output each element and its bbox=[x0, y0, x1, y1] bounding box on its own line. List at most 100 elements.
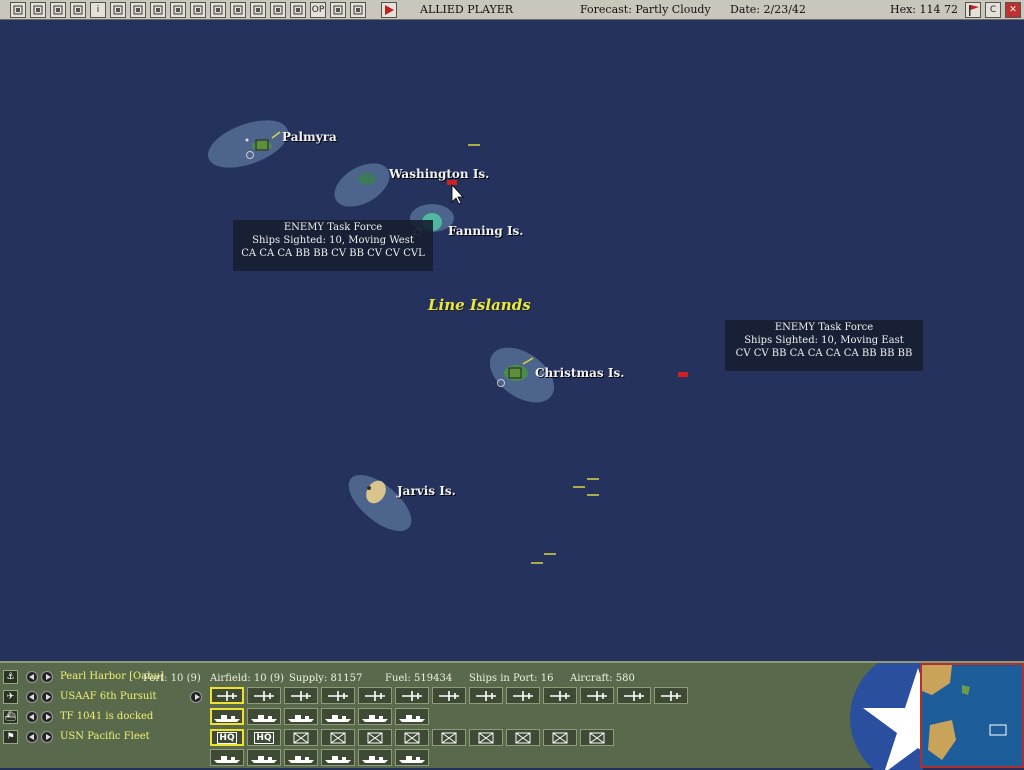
options-flag-button[interactable] bbox=[965, 2, 981, 18]
air-mission-button[interactable] bbox=[469, 687, 503, 704]
ground-unit-button[interactable] bbox=[358, 749, 392, 766]
report-button[interactable] bbox=[30, 2, 46, 18]
tf-status[interactable]: TF 1041 is docked bbox=[60, 711, 153, 722]
info-icon: i bbox=[96, 5, 100, 15]
air-unit-detail-button[interactable] bbox=[190, 691, 202, 703]
routes-toggle-icon bbox=[213, 5, 223, 15]
island-label-christmas[interactable]: Christmas Is. bbox=[535, 366, 624, 380]
region-label: Line Islands bbox=[428, 296, 531, 314]
unit-type-button[interactable] bbox=[395, 729, 429, 746]
air-units-icon bbox=[153, 5, 163, 15]
ship-class-button[interactable] bbox=[358, 708, 392, 725]
globe-button[interactable] bbox=[270, 2, 286, 18]
flag-icon: ⚑ bbox=[3, 730, 18, 744]
next-command-button[interactable] bbox=[41, 731, 53, 743]
ground-unit-button[interactable] bbox=[210, 749, 244, 766]
air-ops-button[interactable] bbox=[130, 2, 146, 18]
air-mission-button[interactable] bbox=[395, 687, 429, 704]
island-label-washington[interactable]: Washington Is. bbox=[389, 167, 489, 181]
unit-type-button[interactable] bbox=[580, 729, 614, 746]
strategic-minimap[interactable] bbox=[920, 663, 1024, 768]
ground-unit-button[interactable] bbox=[247, 749, 281, 766]
prev-air-unit-button[interactable] bbox=[26, 691, 38, 703]
routes-toggle-button[interactable] bbox=[210, 2, 226, 18]
end-turn-button[interactable] bbox=[381, 2, 397, 18]
map-view-icon bbox=[13, 5, 23, 15]
air-unit-name[interactable]: USAAF 6th Pursuit bbox=[60, 691, 157, 702]
fleet-button[interactable] bbox=[250, 2, 266, 18]
air-mission-button[interactable] bbox=[321, 687, 355, 704]
unit-type-button[interactable] bbox=[358, 729, 392, 746]
bases-star-button[interactable] bbox=[110, 2, 126, 18]
ship-silhouette-icon bbox=[287, 711, 315, 723]
ship-class-button[interactable] bbox=[210, 708, 244, 725]
air-units-button[interactable] bbox=[150, 2, 166, 18]
allied-axis-button[interactable] bbox=[230, 2, 246, 18]
map-view-button[interactable] bbox=[10, 2, 26, 18]
prev-base-button[interactable] bbox=[26, 671, 38, 683]
next-air-unit-button[interactable] bbox=[41, 691, 53, 703]
air-mission-button[interactable] bbox=[654, 687, 688, 704]
air-mission-button[interactable] bbox=[580, 687, 614, 704]
unit-type-button[interactable] bbox=[432, 729, 466, 746]
next-tf-button[interactable] bbox=[41, 711, 53, 723]
ship-silhouette-icon bbox=[324, 711, 352, 723]
info-button[interactable]: i bbox=[90, 2, 106, 18]
unit-type-button[interactable] bbox=[506, 729, 540, 746]
flag-button[interactable] bbox=[170, 2, 186, 18]
air-mission-button[interactable] bbox=[284, 687, 318, 704]
unit-type-button[interactable]: HQ bbox=[247, 729, 281, 746]
flag-icon bbox=[173, 5, 183, 15]
prev-tf-button[interactable] bbox=[26, 711, 38, 723]
tf-title: ENEMY Task Force bbox=[283, 222, 383, 233]
fleet-icon bbox=[253, 5, 263, 15]
air-mission-button[interactable] bbox=[617, 687, 651, 704]
air-mission-button[interactable] bbox=[247, 687, 281, 704]
unit-type-button[interactable]: HQ bbox=[210, 729, 244, 746]
unit-type-button[interactable] bbox=[321, 729, 355, 746]
unit-type-button[interactable] bbox=[469, 729, 503, 746]
plane-icon: ✈ bbox=[3, 690, 18, 704]
unit-type-button[interactable] bbox=[543, 729, 577, 746]
ship-class-button[interactable] bbox=[321, 708, 355, 725]
ship-class-button[interactable] bbox=[395, 708, 429, 725]
prev-command-button[interactable] bbox=[26, 731, 38, 743]
ship-class-button[interactable] bbox=[247, 708, 281, 725]
ground-unit-button[interactable] bbox=[395, 749, 429, 766]
enemy-task-force-popup-east[interactable]: ENEMY Task Force Ships Sighted: 10, Movi… bbox=[725, 320, 923, 371]
command-name[interactable]: USN Pacific Fleet bbox=[60, 731, 150, 742]
air-mission-button[interactable] bbox=[210, 687, 244, 704]
top-toolbar: i OP ALLIED PLAYER Forecast: Partly Cloud… bbox=[0, 0, 1024, 20]
ship-class-button[interactable] bbox=[284, 708, 318, 725]
air-mission-button[interactable] bbox=[506, 687, 540, 704]
air-mission-button[interactable] bbox=[358, 687, 392, 704]
island-label-palmyra[interactable]: Palmyra bbox=[282, 130, 337, 144]
ground-unit-button[interactable] bbox=[284, 749, 318, 766]
island-label-fanning[interactable]: Fanning Is. bbox=[448, 224, 524, 238]
ship-silhouette-icon bbox=[213, 752, 241, 764]
unit-type-button[interactable] bbox=[284, 729, 318, 746]
strategic-map[interactable]: Palmyra Washington Is. Fanning Is. Chris… bbox=[0, 20, 1024, 661]
air-mission-button[interactable] bbox=[543, 687, 577, 704]
enemy-task-force-popup-west[interactable]: ENEMY Task Force Ships Sighted: 10, Movi… bbox=[233, 220, 433, 271]
c-button[interactable]: C bbox=[985, 2, 1001, 18]
routes-button[interactable] bbox=[70, 2, 86, 18]
list-button[interactable] bbox=[330, 2, 346, 18]
next-base-button[interactable] bbox=[41, 671, 53, 683]
date-label: Date: 2/23/42 bbox=[730, 3, 806, 16]
intel-button[interactable] bbox=[50, 2, 66, 18]
supply-stat: Supply: 81157 bbox=[289, 673, 363, 684]
ground-unit-button[interactable] bbox=[321, 749, 355, 766]
exit-button[interactable]: ✕ bbox=[1005, 2, 1021, 18]
unit-symbol-icon bbox=[441, 732, 457, 744]
history-button[interactable] bbox=[350, 2, 366, 18]
ship-silhouette-icon bbox=[361, 752, 389, 764]
air-unit-row: ✈ USAAF 6th Pursuit bbox=[0, 688, 205, 706]
reinforcements-button[interactable] bbox=[290, 2, 306, 18]
c-icon: C bbox=[989, 5, 997, 15]
ship-button[interactable] bbox=[190, 2, 206, 18]
op-button[interactable]: OP bbox=[310, 2, 326, 18]
plane-icon bbox=[438, 690, 460, 702]
island-label-jarvis[interactable]: Jarvis Is. bbox=[397, 484, 456, 498]
air-mission-button[interactable] bbox=[432, 687, 466, 704]
